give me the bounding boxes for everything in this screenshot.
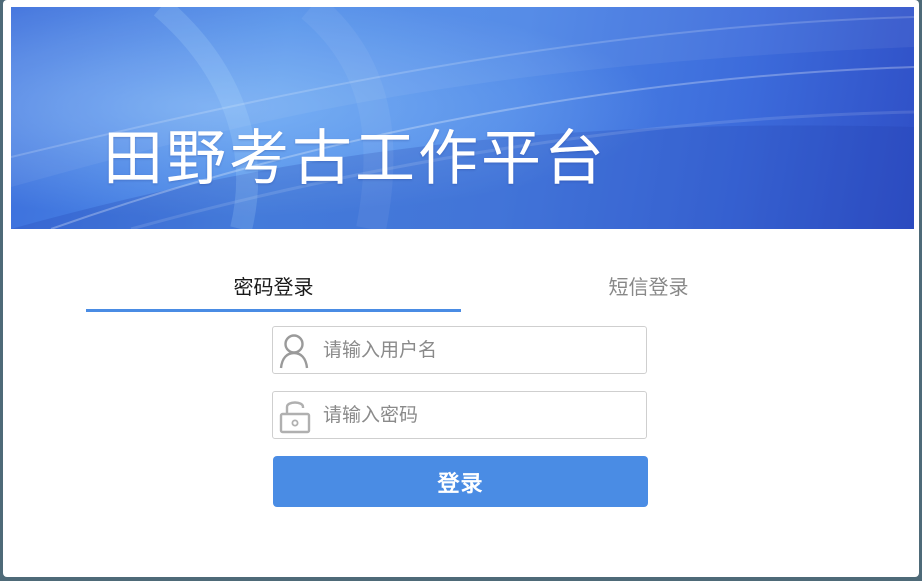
app-title: 田野考古工作平台 — [103, 124, 607, 194]
username-field — [272, 326, 647, 374]
active-tab-indicator — [86, 309, 461, 312]
tab-sms-login[interactable]: 短信登录 — [461, 266, 836, 312]
login-tabs: 密码登录 短信登录 — [86, 266, 836, 312]
login-window: 田野考古工作平台 密码登录 短信登录 登录 — [3, 0, 919, 577]
user-icon — [279, 334, 309, 369]
tab-password-login[interactable]: 密码登录 — [86, 266, 461, 312]
password-input[interactable] — [323, 392, 641, 438]
banner-wave-decoration — [11, 7, 914, 229]
login-button[interactable]: 登录 — [273, 456, 648, 507]
password-field — [272, 391, 647, 439]
lock-icon — [279, 401, 311, 434]
header-banner: 田野考古工作平台 — [11, 7, 914, 229]
username-input[interactable] — [323, 327, 641, 373]
